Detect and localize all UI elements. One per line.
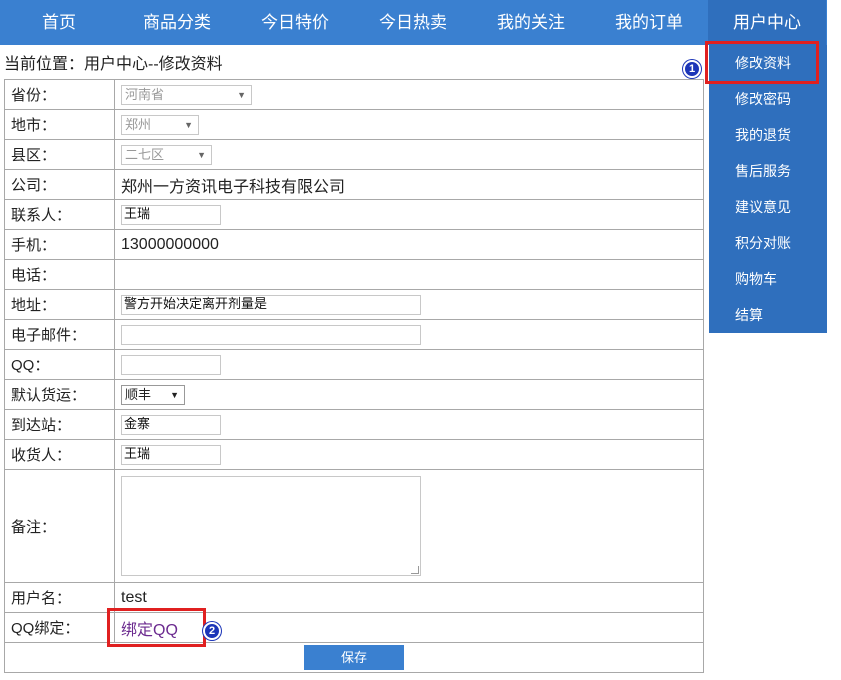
city-value: 郑州	[125, 116, 152, 132]
nav-home[interactable]: 首页	[0, 0, 118, 45]
highlight-box-bind-qq	[107, 608, 206, 647]
shipping-label: 默认货运：	[4, 379, 115, 410]
menu-after-sales[interactable]: 售后服务	[709, 153, 827, 189]
province-value: 河南省	[125, 86, 165, 102]
chevron-down-icon: ▼	[197, 149, 206, 160]
chevron-down-icon: ▼	[184, 119, 193, 130]
menu-change-password[interactable]: 修改密码	[709, 81, 827, 117]
nav-user-center[interactable]: 用户中心	[708, 0, 826, 45]
city-select[interactable]: 郑州 ▼	[121, 114, 199, 135]
step-badge-1: 1	[683, 60, 701, 78]
shipping-value: 顺丰	[125, 386, 152, 402]
profile-form: 省份： 河南省 ▼ 地市： 郑州 ▼ 县区： 二七区 ▼ 公司： 郑州一方资讯电子科技…	[4, 79, 704, 673]
district-label: 县区：	[4, 139, 115, 170]
menu-points[interactable]: 积分对账	[709, 225, 827, 261]
company-value: 郑州一方资讯电子科技有限公司	[121, 178, 346, 196]
resize-grip-icon[interactable]	[411, 566, 419, 574]
province-label: 省份：	[4, 79, 115, 110]
address-label: 地址：	[4, 289, 115, 320]
nav-hot[interactable]: 今日热卖	[354, 0, 472, 45]
form-row-notes: 备注：	[4, 469, 704, 583]
menu-cart[interactable]: 购物车	[709, 261, 827, 297]
form-row-contact: 联系人： 王瑞	[4, 199, 704, 230]
menu-returns[interactable]: 我的退货	[709, 117, 827, 153]
address-input[interactable]: 警方开始决定离开剂量是	[121, 294, 421, 315]
phone-label: 电话：	[4, 259, 115, 290]
qq-input[interactable]	[121, 354, 221, 375]
form-row-company: 公司： 郑州一方资讯电子科技有限公司	[4, 169, 704, 200]
step-badge-2: 2	[203, 622, 221, 640]
highlight-box-edit-profile	[705, 41, 819, 84]
username-label: 用户名：	[4, 582, 115, 613]
nav-specials[interactable]: 今日特价	[236, 0, 354, 45]
form-row-mobile: 手机： 13000000000	[4, 229, 704, 260]
save-button[interactable]: 保存	[304, 645, 404, 670]
contact-label: 联系人：	[4, 199, 115, 230]
form-row-phone: 电话：	[4, 259, 704, 290]
menu-checkout[interactable]: 结算	[709, 297, 827, 333]
form-row-save: 保存	[4, 642, 704, 673]
breadcrumb: 当前位置：用户中心--修改资料	[4, 56, 223, 73]
form-row-station: 到达站： 金寨	[4, 409, 704, 440]
nav-categories[interactable]: 商品分类	[118, 0, 236, 45]
mobile-value: 13000000000	[121, 235, 219, 253]
form-row-district: 县区： 二七区 ▼	[4, 139, 704, 170]
email-input[interactable]	[121, 324, 421, 345]
nav-following[interactable]: 我的关注	[472, 0, 590, 45]
contact-input[interactable]: 王瑞	[121, 204, 221, 225]
notes-label: 备注：	[4, 469, 115, 583]
district-select[interactable]: 二七区 ▼	[121, 144, 212, 165]
chevron-down-icon: ▼	[170, 389, 179, 400]
form-row-receiver: 收货人： 王瑞	[4, 439, 704, 470]
form-row-address: 地址： 警方开始决定离开剂量是	[4, 289, 704, 320]
qq-label: QQ：	[4, 349, 115, 380]
form-row-qq: QQ：	[4, 349, 704, 380]
chevron-down-icon: ▼	[237, 89, 246, 100]
username-value: test	[121, 588, 147, 606]
menu-suggestions[interactable]: 建议意见	[709, 189, 827, 225]
mobile-label: 手机：	[4, 229, 115, 260]
district-value: 二七区	[125, 146, 165, 162]
receiver-label: 收货人：	[4, 439, 115, 470]
station-label: 到达站：	[4, 409, 115, 440]
qqbind-label: QQ绑定：	[4, 612, 115, 643]
form-row-city: 地市： 郑州 ▼	[4, 109, 704, 140]
receiver-input[interactable]: 王瑞	[121, 444, 221, 465]
email-label: 电子邮件：	[4, 319, 115, 350]
top-nav: 首页 商品分类 今日特价 今日热卖 我的关注 我的订单 用户中心	[0, 0, 827, 45]
nav-orders[interactable]: 我的订单	[590, 0, 708, 45]
shipping-select[interactable]: 顺丰 ▼	[121, 384, 185, 405]
city-label: 地市：	[4, 109, 115, 140]
province-select[interactable]: 河南省 ▼	[121, 84, 252, 105]
form-row-shipping: 默认货运： 顺丰 ▼	[4, 379, 704, 410]
form-row-province: 省份： 河南省 ▼	[4, 79, 704, 110]
form-row-email: 电子邮件：	[4, 319, 704, 350]
company-label: 公司：	[4, 169, 115, 200]
notes-textarea[interactable]	[121, 476, 421, 576]
station-input[interactable]: 金寨	[121, 414, 221, 435]
user-center-menu: 修改资料 修改密码 我的退货 售后服务 建议意见 积分对账 购物车 结算	[709, 45, 827, 333]
